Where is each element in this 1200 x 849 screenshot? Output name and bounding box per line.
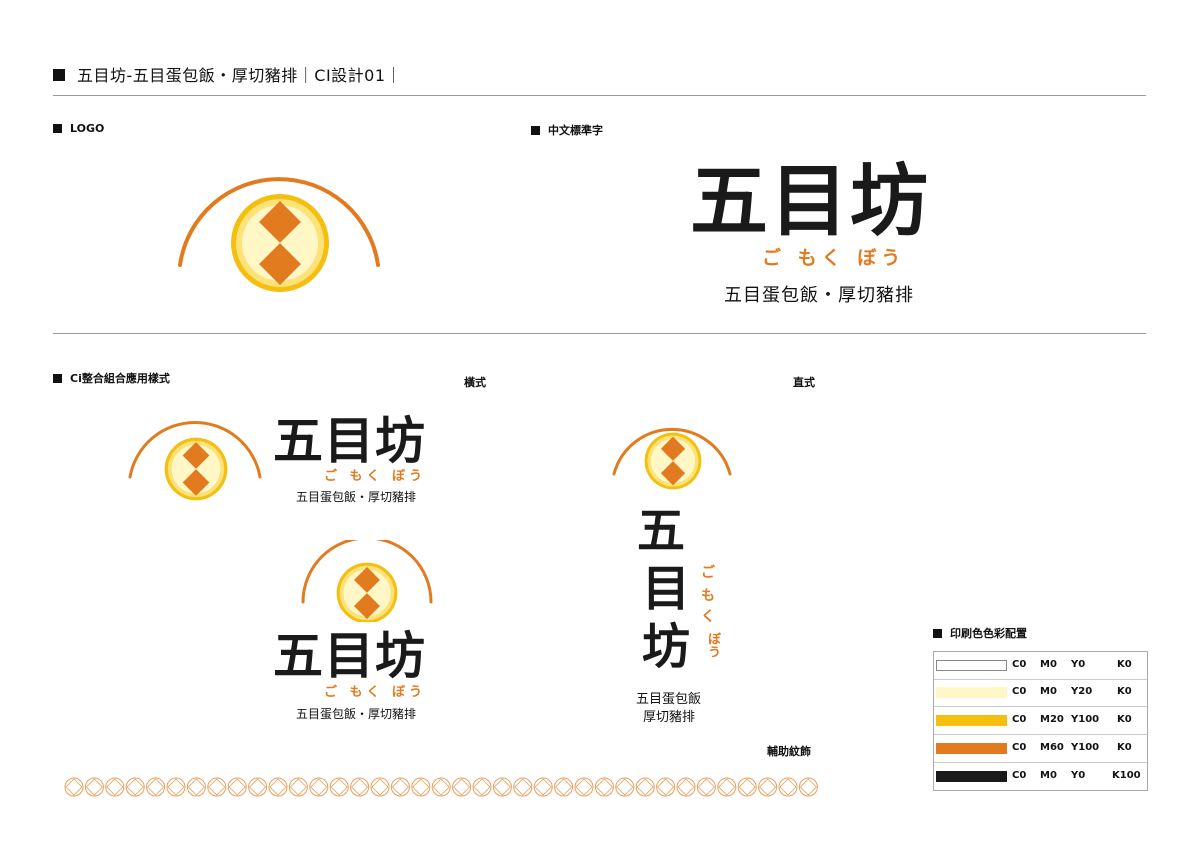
- pattern-motif-icon: [737, 777, 757, 797]
- color-swatch: [936, 687, 1007, 698]
- bullet-icon: [531, 125, 540, 135]
- pattern-motif-icon: [207, 777, 227, 797]
- pattern-motif-icon: [656, 777, 676, 797]
- vertical-wordmark-char-3: 坊: [642, 619, 691, 675]
- pattern-motif-icon: [125, 777, 145, 797]
- vertical-subtitle-line1: 五目蛋包飯: [636, 692, 702, 707]
- vertical-subtitle-line2: 厚切豬排: [643, 710, 696, 725]
- stacked-subtitle: 五目蛋包飯・厚切豬排: [296, 707, 417, 721]
- vertical-kana-3: く: [701, 609, 715, 625]
- brand-wordmark-large: 五目坊: [690, 156, 931, 247]
- pattern-motif-icon: [64, 777, 84, 797]
- pattern-motif-icon: [472, 777, 492, 797]
- coin-emblem-icon: [231, 194, 329, 292]
- coin-emblem-icon: [164, 437, 228, 501]
- pattern-motif-icon: [594, 777, 614, 797]
- vertical-kana-1: ご: [701, 565, 715, 581]
- header-divider: [53, 95, 1146, 96]
- pattern-motif-icon: [513, 777, 533, 797]
- vertical-caption: 直式: [793, 376, 815, 389]
- title-bullet-icon: [53, 69, 65, 81]
- section-divider: [53, 333, 1146, 334]
- section-logo-heading: LOGO: [53, 122, 104, 135]
- color-swatch: [936, 743, 1007, 754]
- pattern-motif-icon: [329, 777, 349, 797]
- main-logo-emblem: [178, 177, 380, 292]
- pattern-motif-icon: [248, 777, 268, 797]
- page-title: 五目坊-五目蛋包飯・厚切豬排｜CI設計01｜: [53, 62, 402, 86]
- horizontal-caption: 橫式: [464, 376, 486, 389]
- pattern-motif-icon: [227, 777, 247, 797]
- pattern-motif-icon: [635, 777, 655, 797]
- pattern-motif-icon: [309, 777, 329, 797]
- coin-emblem-icon: [644, 432, 702, 490]
- palette-row: C0 M20 Y100 K0: [934, 707, 1147, 735]
- stacked-logo-emblem: [301, 540, 433, 622]
- section-chinese-type-heading: 中文標準字: [531, 122, 603, 138]
- pattern-motif-icon: [390, 777, 410, 797]
- pattern-motif-icon: [798, 777, 818, 797]
- pattern-motif-icon: [186, 777, 206, 797]
- vertical-kana-2: も: [701, 588, 715, 604]
- palette-row: C0 M0 Y0 K0: [934, 652, 1147, 680]
- pattern-motif-icon: [288, 777, 308, 797]
- page-title-text: 五目坊-五目蛋包飯・厚切豬排｜CI設計01｜: [77, 66, 403, 85]
- pattern-motif-icon: [146, 777, 166, 797]
- bullet-icon: [933, 628, 942, 638]
- pattern-motif-icon: [615, 777, 635, 797]
- horizontal-subtitle: 五目蛋包飯・厚切豬排: [296, 490, 417, 504]
- pattern-motif-icon: [758, 777, 778, 797]
- pattern-caption: 輔助紋飾: [767, 745, 811, 758]
- vertical-logo-emblem: [612, 427, 732, 490]
- bullet-icon: [53, 373, 62, 383]
- pattern-motif-icon: [452, 777, 472, 797]
- pattern-motif-icon: [411, 777, 431, 797]
- pattern-motif-icon: [492, 777, 512, 797]
- pattern-motif-icon: [676, 777, 696, 797]
- section-print-colors-heading: 印刷色色彩配置: [933, 625, 1027, 641]
- palette-row: C0 M0 Y0 K100: [934, 763, 1147, 790]
- bullet-icon: [53, 123, 62, 133]
- pattern-motif-icon: [696, 777, 716, 797]
- brand-subtitle-large: 五目蛋包飯・厚切豬排: [724, 285, 914, 306]
- horizontal-wordmark: 五目坊: [273, 411, 426, 470]
- pattern-motif-icon: [717, 777, 737, 797]
- coin-emblem-icon: [336, 562, 398, 622]
- horizontal-kana: ご もく ぼう: [324, 469, 427, 484]
- pattern-motif-icon: [533, 777, 553, 797]
- stacked-wordmark: 五目坊: [273, 626, 426, 685]
- pattern-motif-icon: [370, 777, 390, 797]
- pattern-motif-icon: [268, 777, 288, 797]
- stacked-kana: ご もく ぼう: [324, 685, 427, 700]
- vertical-wordmark-char-1: 五: [637, 503, 686, 559]
- pattern-motif-icon: [166, 777, 186, 797]
- pattern-motif-icon: [574, 777, 594, 797]
- palette-row: C0 M0 Y20 K0: [934, 679, 1147, 707]
- vertical-kana-4: ぼう: [705, 632, 720, 658]
- pattern-motif-icon: [84, 777, 104, 797]
- section-ci-combo-heading: Ci整合組合應用樣式: [53, 370, 170, 386]
- color-swatch: [936, 660, 1007, 671]
- color-palette-table: C0 M0 Y0 K0 C0 M0 Y20 K0 C0 M20 Y100 K0 …: [933, 651, 1148, 791]
- pattern-motif-icon: [431, 777, 451, 797]
- brand-kana-large: ご もく ぼう: [762, 247, 906, 269]
- auxiliary-pattern: [64, 777, 818, 797]
- horizontal-logo-emblem: [128, 420, 262, 501]
- color-swatch: [936, 771, 1007, 782]
- pattern-motif-icon: [105, 777, 125, 797]
- pattern-motif-icon: [554, 777, 574, 797]
- palette-row: C0 M60 Y100 K0: [934, 735, 1147, 763]
- pattern-motif-icon: [778, 777, 798, 797]
- color-swatch: [936, 715, 1007, 726]
- pattern-motif-icon: [350, 777, 370, 797]
- vertical-wordmark-char-2: 目: [642, 561, 691, 617]
